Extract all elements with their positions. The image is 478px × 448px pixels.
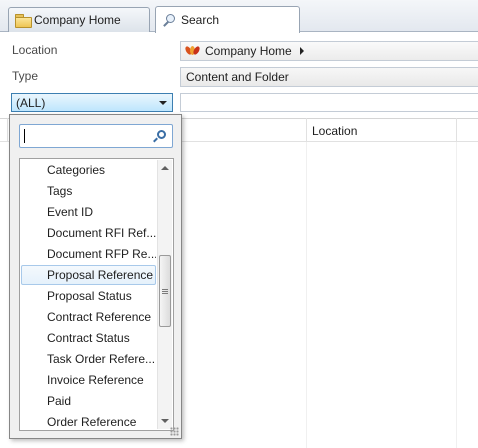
field-selector-combo[interactable]: (ALL) bbox=[11, 93, 173, 112]
type-selector[interactable]: Content and Folder bbox=[180, 67, 478, 87]
dropdown-item[interactable]: Order Reference bbox=[21, 412, 156, 430]
grip-line bbox=[162, 293, 168, 294]
dropdown-item[interactable]: Tags bbox=[21, 181, 156, 201]
tab-label: Company Home bbox=[34, 13, 121, 27]
column-line bbox=[306, 142, 307, 448]
dropdown-item[interactable]: Contract Reference bbox=[21, 307, 156, 327]
dropdown-item[interactable]: Invoice Reference bbox=[21, 370, 156, 390]
tab-strip: Company Home Search bbox=[0, 0, 478, 33]
filter-input[interactable] bbox=[180, 93, 478, 112]
location-breadcrumb[interactable]: Company Home bbox=[180, 41, 478, 61]
grip-line bbox=[162, 291, 168, 292]
scroll-up-arrow-icon[interactable] bbox=[161, 166, 169, 170]
text-caret bbox=[24, 129, 25, 143]
chevron-right-icon[interactable] bbox=[299, 47, 304, 55]
type-value: Content and Folder bbox=[186, 70, 289, 84]
dropdown-item[interactable]: Event ID bbox=[21, 202, 156, 222]
scroll-down-arrow-icon[interactable] bbox=[161, 419, 169, 423]
breadcrumb-item[interactable]: Company Home bbox=[205, 44, 292, 58]
dropdown-item[interactable]: Task Order Refere... bbox=[21, 349, 156, 369]
dropdown-item[interactable]: Proposal Status bbox=[21, 286, 156, 306]
tab-company-home[interactable]: Company Home bbox=[8, 7, 150, 32]
dropdown-search-input[interactable] bbox=[19, 124, 173, 148]
dropdown-item[interactable]: Proposal Reference bbox=[21, 265, 156, 285]
dropdown-item[interactable]: Document RFI Ref... bbox=[21, 223, 156, 243]
folder-icon bbox=[15, 14, 32, 28]
search-icon[interactable] bbox=[153, 130, 166, 143]
grip-line bbox=[162, 289, 168, 290]
resize-grip-icon[interactable] bbox=[170, 427, 179, 436]
dropdown-item[interactable]: Categories bbox=[21, 160, 156, 180]
vertical-scrollbar[interactable] bbox=[157, 160, 172, 429]
dropdown-item[interactable]: Paid bbox=[21, 391, 156, 411]
search-icon bbox=[162, 13, 177, 28]
tab-label: Search bbox=[181, 13, 220, 27]
chevron-down-icon[interactable] bbox=[159, 101, 167, 105]
dropdown-item[interactable]: Document RFP Re... bbox=[21, 244, 156, 264]
location-label: Location bbox=[12, 43, 58, 57]
dropdown-list: Categories Tags Event ID Document RFI Ref..… bbox=[19, 158, 174, 431]
field-selector-value: (ALL) bbox=[16, 95, 46, 110]
column-divider[interactable] bbox=[456, 118, 457, 142]
column-line bbox=[456, 142, 457, 448]
alfresco-logo-icon bbox=[184, 45, 201, 56]
column-divider[interactable] bbox=[306, 118, 307, 142]
tab-search[interactable]: Search bbox=[155, 6, 300, 33]
column-divider[interactable] bbox=[7, 118, 8, 142]
scrollbar-thumb[interactable] bbox=[159, 255, 171, 327]
column-header-location[interactable]: Location bbox=[312, 124, 357, 138]
field-selector-dropdown: Categories Tags Event ID Document RFI Ref..… bbox=[9, 114, 182, 439]
dropdown-item[interactable]: Contract Status bbox=[21, 328, 156, 348]
type-label: Type bbox=[12, 69, 39, 83]
